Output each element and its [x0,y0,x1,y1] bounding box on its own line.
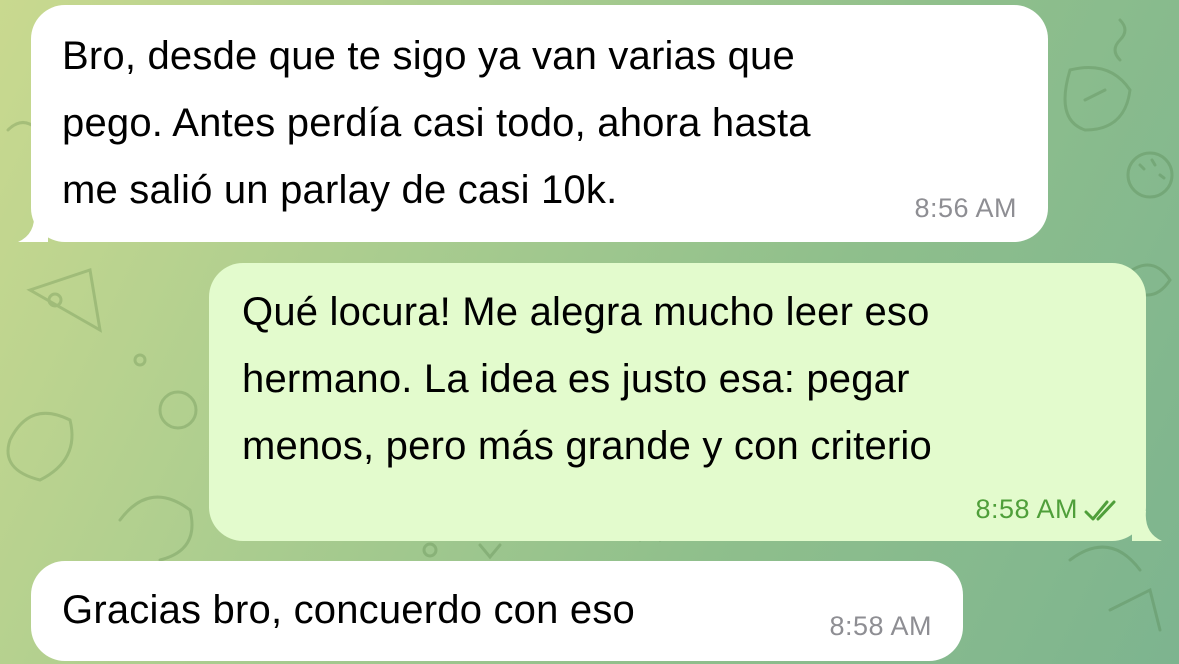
message-bubble-incoming[interactable]: Gracias bro, concuerdo con eso 8:58 AM [31,561,963,661]
message-bubble-outgoing[interactable]: Qué locura! Me alegra mucho leer eso her… [209,263,1146,541]
message-timestamp: 8:56 AM [914,193,1017,223]
message-timestamp: 8:58 AM [975,494,1124,524]
message-time-text: 8:58 AM [975,494,1078,524]
bubble-tail-outgoing [1132,511,1162,541]
message-timestamp: 8:58 AM [829,611,932,641]
bubble-tail-incoming [18,212,48,242]
message-text: Gracias bro, concuerdo con eso [62,588,635,632]
read-double-check-icon [1084,500,1116,521]
message-text: Bro, desde que te sigo ya van varias que… [62,34,811,212]
message-text: Qué locura! Me alegra mucho leer eso her… [242,290,932,468]
message-bubble-incoming[interactable]: Bro, desde que te sigo ya van varias que… [31,5,1048,242]
